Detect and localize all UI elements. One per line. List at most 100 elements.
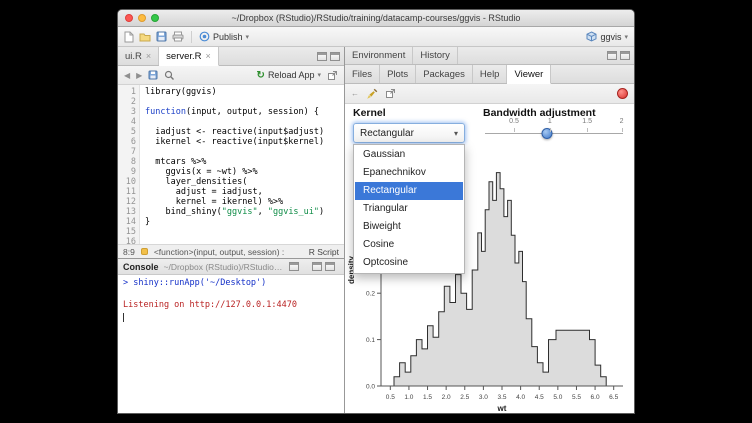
console-pane-icons (312, 262, 339, 271)
viewer-tabbar: FilesPlotsPackagesHelpViewer (345, 65, 634, 84)
open-new-window-icon[interactable] (327, 70, 338, 81)
line-number: 7 (118, 147, 136, 157)
minimize-pane-icon[interactable] (607, 51, 617, 60)
slider-handle[interactable] (542, 128, 553, 139)
left-column: ui.R×server.R× ◀ ▶ ↻ Reload App (118, 47, 345, 413)
y-tick-label: 0.1 (366, 337, 375, 344)
tab-server.R[interactable]: server.R× (159, 47, 219, 66)
project-cube-icon (586, 31, 597, 42)
code-segment: mtcars %>% (145, 157, 206, 167)
open-new-window-icon[interactable] (385, 88, 396, 99)
code-line: ikernel <- reactive(input$kernel) (145, 137, 344, 147)
scope-icon (141, 248, 148, 255)
code-segment: bind_shiny( (145, 207, 222, 217)
slider-tick-label: 1.5 (582, 118, 592, 125)
viewer-tabs: FilesPlotsPackagesHelpViewer (345, 65, 551, 83)
code-line: bind_shiny("ggvis", "ggvis_ui") (145, 207, 344, 217)
editor-gutter: 12345678910111213141516 (118, 85, 140, 244)
dropdown-option[interactable]: Gaussian (355, 146, 463, 164)
search-in-file-icon[interactable] (164, 70, 175, 81)
code-editor[interactable]: 12345678910111213141516 library(ggvis) f… (118, 85, 344, 244)
save-icon (156, 31, 167, 42)
dropdown-option[interactable]: Epanechnikov (355, 164, 463, 182)
close-window-button[interactable] (125, 14, 133, 22)
publish-icon (199, 31, 210, 42)
dropdown-option[interactable]: Biweight (355, 218, 463, 236)
close-icon[interactable]: × (206, 51, 211, 61)
x-tick-label: 3.0 (479, 394, 488, 401)
tab-files[interactable]: Files (345, 65, 380, 83)
slider-track[interactable] (485, 133, 623, 134)
dropdown-option[interactable]: Triangular (355, 200, 463, 218)
save-icon[interactable] (148, 70, 158, 80)
scope-label[interactable]: <function>(input, output, session) : (154, 247, 284, 257)
back-icon[interactable]: ◀ (124, 71, 130, 80)
print-button[interactable] (172, 31, 184, 42)
project-menu-button[interactable]: ggvis ▾ (586, 31, 628, 42)
line-number: 13 (118, 207, 136, 217)
maximize-pane-icon[interactable] (330, 52, 340, 61)
minimize-pane-icon[interactable] (312, 262, 322, 271)
open-file-button[interactable] (139, 32, 151, 42)
viewer-pane: FilesPlotsPackagesHelpViewer ← Kernel Re… (345, 65, 634, 413)
cursor-position: 8:9 (123, 247, 135, 257)
chevron-down-icon: ▾ (454, 129, 458, 138)
save-button[interactable] (156, 31, 167, 42)
y-tick-label: 0.2 (366, 291, 375, 298)
console-line: Listening on http://127.0.0.1:4470 (123, 300, 339, 311)
console-output[interactable]: > shiny::runApp('~/Desktop') Listening o… (118, 275, 344, 413)
code-line (145, 237, 344, 244)
rstudio-window: ~/Dropbox (RStudio)/RStudio/training/dat… (117, 9, 635, 414)
code-segment: library(ggvis) (145, 87, 217, 97)
reload-app-button[interactable]: ↻ Reload App ▾ (257, 70, 321, 81)
code-segment: layer_densities( (145, 177, 247, 187)
main-area: ui.R×server.R× ◀ ▶ ↻ Reload App (118, 47, 634, 413)
dropdown-option[interactable]: Cosine (355, 236, 463, 254)
titlebar[interactable]: ~/Dropbox (RStudio)/RStudio/training/dat… (118, 10, 634, 27)
dropdown-option[interactable]: Optcosine (355, 254, 463, 272)
source-pane-icons (317, 47, 344, 65)
line-number: 14 (118, 217, 136, 227)
editor-code[interactable]: library(ggvis) function(input, output, s… (140, 85, 344, 244)
forward-icon[interactable]: ▶ (136, 71, 142, 80)
console-popout-icon[interactable] (289, 262, 299, 271)
tab-help[interactable]: Help (473, 65, 508, 83)
tab-plots[interactable]: Plots (380, 65, 416, 83)
tab-history[interactable]: History (413, 47, 458, 64)
tab-ui.R[interactable]: ui.R× (118, 47, 159, 65)
kernel-dropdown-menu: GaussianEpanechnikovRectangularTriangula… (353, 144, 465, 274)
zoom-window-button[interactable] (151, 14, 159, 22)
close-icon[interactable]: × (146, 51, 151, 61)
publish-button[interactable]: Publish ▾ (199, 31, 249, 42)
tab-packages[interactable]: Packages (416, 65, 473, 83)
code-line (145, 117, 344, 127)
maximize-pane-icon[interactable] (620, 51, 630, 60)
line-number: 4 (118, 117, 136, 127)
stop-app-button[interactable] (617, 88, 628, 99)
file-type-label[interactable]: R Script (309, 247, 339, 257)
console-title[interactable]: Console (123, 262, 159, 272)
new-file-button[interactable] (124, 31, 134, 43)
line-number: 6 (118, 137, 136, 147)
bandwidth-slider[interactable]: 0.511.52 (485, 118, 623, 146)
x-tick-label: 0.5 (386, 394, 395, 401)
dropdown-option[interactable]: Rectangular (355, 182, 463, 200)
tab-environment[interactable]: Environment (345, 47, 413, 64)
line-number: 16 (118, 237, 136, 244)
viewer-back-icon[interactable]: ← (351, 89, 359, 98)
minimize-pane-icon[interactable] (317, 52, 327, 61)
line-number: 3 (118, 107, 136, 117)
maximize-pane-icon[interactable] (325, 262, 335, 271)
environment-tabbar: EnvironmentHistory (345, 47, 634, 65)
editor-toolbar: ◀ ▶ ↻ Reload App ▾ (118, 66, 344, 85)
x-tick-label: 5.5 (572, 394, 581, 401)
line-number: 10 (118, 177, 136, 187)
minimize-window-button[interactable] (138, 14, 146, 22)
code-segment: ) (319, 207, 324, 217)
code-segment: function (145, 107, 186, 117)
tab-viewer[interactable]: Viewer (507, 65, 551, 84)
kernel-select[interactable]: Rectangular ▾ (353, 123, 465, 143)
x-axis-title: wt (497, 404, 507, 413)
broom-icon[interactable] (366, 88, 378, 100)
slider-tick (587, 128, 588, 132)
